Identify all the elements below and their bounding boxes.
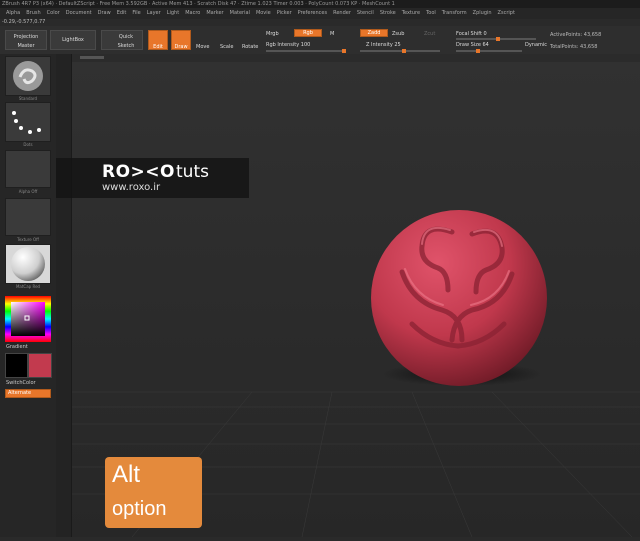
rgb-button[interactable]: Rgb xyxy=(294,29,322,37)
gradient-label[interactable]: Gradient xyxy=(6,344,28,350)
tray-divider[interactable] xyxy=(56,54,72,537)
menu-item[interactable]: Material xyxy=(230,8,250,19)
menu-item[interactable]: Edit xyxy=(117,8,127,19)
material-selector[interactable] xyxy=(5,244,51,284)
menu-item[interactable]: Document xyxy=(66,8,92,19)
menu-item[interactable]: Marker xyxy=(206,8,223,19)
menu-item[interactable]: Transform xyxy=(442,8,467,19)
color-picker[interactable] xyxy=(5,296,51,342)
primary-color-swatch[interactable] xyxy=(5,353,28,378)
material-sphere-icon xyxy=(11,247,45,281)
texture-selector[interactable] xyxy=(5,198,51,236)
move-button[interactable]: Move xyxy=(196,44,209,50)
menu-item[interactable]: Zplugin xyxy=(473,8,492,19)
brush-selector[interactable] xyxy=(5,56,51,96)
focal-shift-track[interactable] xyxy=(456,37,536,41)
zcut-button[interactable]: Zcut xyxy=(424,31,435,37)
secondary-color-swatch[interactable] xyxy=(28,353,52,378)
canvas-top-strip xyxy=(72,54,640,62)
menu-item[interactable]: Texture xyxy=(402,8,420,19)
watermark-logo: RO><O xyxy=(102,162,175,182)
z-intensity-track[interactable] xyxy=(360,49,440,53)
focal-shift-slider[interactable]: Focal Shift 0 xyxy=(456,31,487,37)
canvas-scroll-handle[interactable] xyxy=(80,56,104,59)
menu-item[interactable]: Stroke xyxy=(380,8,396,19)
rotate-button[interactable]: Rotate xyxy=(242,44,258,50)
menu-item[interactable]: Picker xyxy=(277,8,292,19)
alpha-selector[interactable] xyxy=(5,150,51,188)
menu-item[interactable]: Macro xyxy=(185,8,200,19)
menu-item[interactable]: Zscript xyxy=(498,8,515,19)
menu-item[interactable]: Draw xyxy=(98,8,111,19)
draw-size-track[interactable] xyxy=(456,49,522,53)
mrgb-button[interactable]: Mrgb xyxy=(266,31,279,37)
coordinates-readout: -0.29,-0.577,0.77 xyxy=(2,19,46,25)
switchcolor-button[interactable]: SwitchColor xyxy=(6,380,36,386)
rgb-intensity-slider[interactable]: Rgb Intensity 100 xyxy=(266,42,310,48)
menu-item[interactable]: Tool xyxy=(426,8,436,19)
menu-item[interactable]: File xyxy=(132,8,140,19)
menu-item[interactable]: Movie xyxy=(256,8,271,19)
draw-button[interactable]: Draw xyxy=(171,30,191,50)
menu-item[interactable]: Layer xyxy=(147,8,161,19)
total-points: TotalPoints: 43,658 xyxy=(550,44,598,50)
zsub-button[interactable]: Zsub xyxy=(392,31,404,37)
projection-master-button[interactable]: Projection Master xyxy=(5,30,47,50)
alpha-caption: Alpha Off xyxy=(18,189,38,194)
key-hint-alt: Alt xyxy=(112,461,141,488)
brush-caption: Standard xyxy=(18,96,38,101)
top-shelf: Projection Master LightBox Quick Sketch … xyxy=(0,26,640,55)
stroke-caption: Dots xyxy=(23,142,33,147)
menu-item[interactable]: Render xyxy=(333,8,351,19)
key-hint-option: option xyxy=(112,498,167,520)
m-button[interactable]: M xyxy=(330,31,334,37)
stroke-selector[interactable] xyxy=(5,102,51,142)
material-caption: MatCap Red xyxy=(15,284,41,289)
title-bar: ZBrush 4R7 P3 (x64) · DefaultZScript · F… xyxy=(0,0,640,8)
dots-stroke-icon xyxy=(12,111,41,134)
watermark-url: www.roxo.ir xyxy=(102,182,161,193)
menu-item[interactable]: Alpha xyxy=(6,8,20,19)
menu-item[interactable]: Stencil xyxy=(357,8,374,19)
menu-item[interactable]: Brush xyxy=(26,8,40,19)
watermark-tuts: tuts xyxy=(176,162,209,182)
standard-brush-icon xyxy=(13,61,43,91)
dynamic-button[interactable]: Dynamic xyxy=(525,42,547,48)
rgb-intensity-track[interactable] xyxy=(266,49,346,53)
lightbox-button[interactable]: LightBox xyxy=(50,30,96,50)
sculpt-sphere xyxy=(371,210,547,386)
scale-button[interactable]: Scale xyxy=(220,44,233,50)
zadd-button[interactable]: Zadd xyxy=(360,29,388,37)
menu-item[interactable]: Preferences xyxy=(298,8,327,19)
menu-bar: Alpha Brush Color Document Draw Edit File Layer… xyxy=(0,8,640,19)
alternate-button[interactable]: Alternate xyxy=(5,389,51,398)
draw-size-slider[interactable]: Draw Size 64 xyxy=(456,42,489,48)
texture-caption: Texture Off xyxy=(17,237,39,242)
menu-item[interactable]: Color xyxy=(47,8,60,19)
quick-sketch-button[interactable]: Quick Sketch xyxy=(101,30,143,50)
edit-button[interactable]: Edit xyxy=(148,30,168,50)
z-intensity-slider[interactable]: Z Intensity 25 xyxy=(366,42,401,48)
color-palette-icon xyxy=(5,296,51,342)
active-points: ActivePoints: 43,658 xyxy=(550,32,602,38)
menu-item[interactable]: Light xyxy=(167,8,179,19)
